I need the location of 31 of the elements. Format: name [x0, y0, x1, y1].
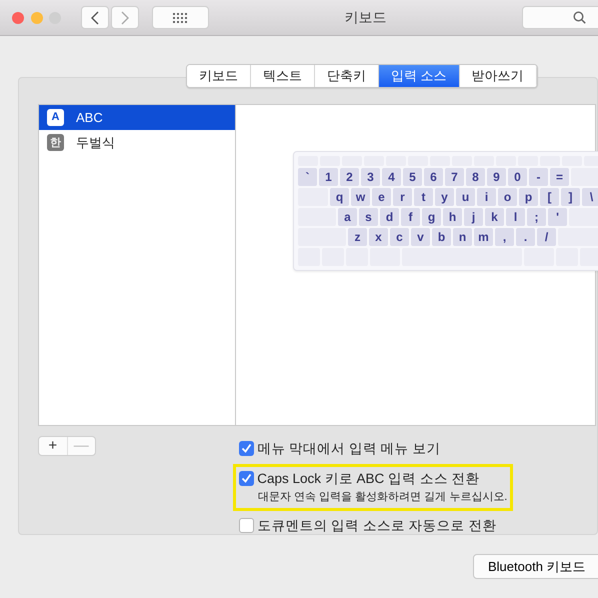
search-icon: [573, 11, 586, 24]
bluetooth-keyboard-button[interactable]: Bluetooth 키보드: [473, 554, 598, 579]
checkbox[interactable]: [239, 471, 254, 486]
checkmark-icon: [241, 473, 252, 484]
checkbox-label: 메뉴 막대에서 입력 메뉴 보기: [257, 440, 440, 458]
checkbox[interactable]: [239, 441, 254, 456]
checkbox-label: 도큐멘트의 입력 소스로 자동으로 전환: [257, 516, 496, 534]
tab[interactable]: 입력 소스: [379, 65, 460, 86]
tab[interactable]: 텍스트: [251, 65, 315, 86]
tab[interactable]: 단축키: [315, 65, 379, 86]
checkmark-icon: [241, 443, 252, 454]
checkbox-label: Caps Lock 키로 ABC 입력 소스 전환: [257, 470, 480, 488]
input-source-item[interactable]: 한 두벌식: [39, 130, 235, 156]
checkbox[interactable]: [239, 518, 254, 534]
keyboard-drawing: ` 1 2 3 4 5 6 7 8 9 0 - = q w e r t y u i o p [ ] \ a s d f g h j k l ; ' z x c v b n m , . /: [293, 150, 598, 270]
input-source-item[interactable]: A ABC: [39, 104, 235, 130]
window-title: 키보드: [343, 8, 388, 27]
close-button[interactable]: [12, 12, 24, 24]
grid-view-button[interactable]: [152, 6, 208, 29]
input-source-name: 두벌식: [76, 134, 115, 152]
tab[interactable]: 키보드: [187, 65, 251, 86]
hint-text: 대문자 연속 입력을 활성화하려면 길게 누르십시오.: [258, 490, 508, 505]
input-source-name: ABC: [76, 108, 103, 126]
back-button[interactable]: [80, 6, 108, 29]
input-source-icon: 한: [47, 134, 64, 152]
chevron-left-icon: [90, 10, 98, 24]
tab[interactable]: 받아쓰기: [460, 65, 537, 86]
chevron-right-icon: [120, 10, 128, 24]
add-button[interactable]: +: [39, 436, 66, 454]
input-source-icon: A: [47, 108, 64, 126]
grid-icon: [173, 12, 187, 22]
